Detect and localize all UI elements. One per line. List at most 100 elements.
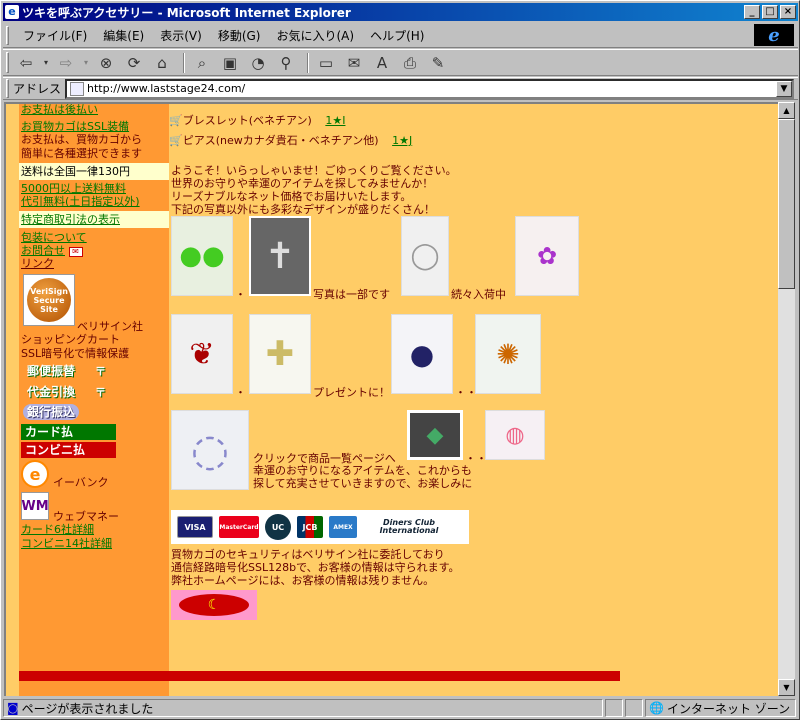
status-text-panel: ◙ ページが表示されました [3,699,603,717]
favorites-icon[interactable]: ▣ [218,52,242,74]
print-icon[interactable]: ⎙ [398,52,422,74]
scroll-thumb[interactable] [778,119,795,289]
menu-view[interactable]: 表示(V) [152,27,210,44]
product-photo-pink-ring[interactable]: ◍ [485,410,545,460]
title-bar: e ツキを呼ぶアクセサリー - Microsoft Internet Explo… [3,3,798,21]
product-photo-gold-cross[interactable]: ✚ [249,314,311,394]
product-photo-green-pendant[interactable]: ●● [171,216,233,296]
forward-dropdown-icon[interactable]: ▾ [82,52,90,74]
dots-3: ・・ [455,386,477,399]
moon-icon: ☾ [179,594,249,616]
cod-free-link[interactable]: 代引無料(土日指定以外) [19,195,169,208]
card-logos: VISA MasterCard UC JCB AMEX Diners Club … [171,510,469,544]
visa-icon: VISA [177,516,213,538]
scroll-up-icon[interactable]: ▲ [778,102,795,119]
address-grip[interactable] [6,79,9,98]
address-value[interactable]: http://www.laststage24.com/ [87,82,776,95]
security-3: 弊社ホームページには、お客様の情報は残りません。 [171,574,435,587]
zone-text: インターネット ゾーン [666,701,791,716]
ie-page-icon: e [5,5,19,19]
caption-more: 続々入荷中 [451,288,506,301]
mastercard-icon: MasterCard [219,516,259,538]
window-title: ツキを呼ぶアクセサリー - Microsoft Internet Explore… [22,5,351,20]
convenience-detail-link[interactable]: コンビニ14社詳細 [19,537,112,550]
free-shipping-link[interactable]: 5000円以上送料無料 [19,182,169,195]
verisign-badge-icon: VeriSign Secure Site [27,278,71,322]
seal-text-3: Site [40,304,58,314]
cart-ssl-link[interactable]: お買物カゴはSSL装備 [19,120,169,133]
security-2: 通信経路暗号化SSL128bで、お客様の情報は守られます。 [171,561,460,574]
page-viewport: お支払は後払い お買物カゴはSSL装備 お支払は、買物カゴから 簡単に各種選択で… [4,102,778,696]
maximize-button[interactable]: □ [762,5,778,19]
menu-help[interactable]: ヘルプ(H) [362,27,432,44]
product-photo-red-horn[interactable]: ❦ [171,314,233,394]
wrapping-link[interactable]: 包装について [19,231,169,244]
footer-red-bar [19,671,620,681]
card-detail-link[interactable]: カード6社詳細 [19,523,94,536]
status-text: ページが表示されました [21,701,154,716]
menu-favorites[interactable]: お気に入り(A) [268,27,362,44]
cart-icon: 🛒 [169,114,183,127]
ebank-label: イーバンク [53,476,109,489]
browser-window: e ツキを呼ぶアクセサリー - Microsoft Internet Explo… [0,0,800,720]
minimize-button[interactable]: _ [744,5,760,19]
font-icon[interactable]: A [370,52,394,74]
postal-mark-icon: 〒 [95,365,106,378]
shipping-note: 送料は全国一律130円 [19,163,169,180]
standard-toolbar: ⇦ ▾ ⇨ ▾ ⊗ ⟳ ⌂ ⌕ ▣ ◔ ⚲ ▭ ✉ A ⎙ ✎ [3,49,798,76]
toolbar-grip[interactable] [6,52,9,73]
mail-icon[interactable]: ✉ [342,52,366,74]
welcome-1: ようこそ！いらっしゃいませ！ごゆっくりご覧ください。 [171,164,457,177]
edit-icon[interactable]: ✎ [426,52,450,74]
menu-edit[interactable]: 編集(E) [95,27,152,44]
back-icon[interactable]: ⇦ [14,52,38,74]
pay-later-link[interactable]: お支払は後払い [19,104,169,115]
verisign-seal[interactable]: VeriSign Secure Site [23,274,75,326]
home-icon[interactable]: ⌂ [150,52,174,74]
ie-logo-icon: e [754,24,794,46]
close-button[interactable]: × [780,5,796,19]
mail-icon[interactable]: ✉ [68,247,83,257]
forward-icon[interactable]: ⇨ [54,52,78,74]
product-photo-bracelet[interactable]: ◌ [171,410,249,490]
refresh-icon[interactable]: ⟳ [122,52,146,74]
contact-link[interactable]: お問合せ [21,244,65,257]
closing-1: 幸運のお守りになるアイテムを、これからも [253,464,472,477]
closing-2: 探して充実させていきますので、お楽しみに [253,477,473,490]
security-1: 買物カゴのセキュリティはベリサイン社に委託しており [171,548,445,561]
fullscreen-icon[interactable]: ▭ [314,52,338,74]
earring-link[interactable]: 1★J [392,134,412,147]
scroll-down-icon[interactable]: ▼ [778,679,795,696]
sidebar: お支払は後払い お買物カゴはSSL装備 お支払は、買物カゴから 簡単に各種選択で… [19,104,169,696]
bracelet-label: ブレスレット(ベネチアン) [182,114,312,127]
product-photo-cross[interactable]: ✝ [249,216,311,296]
vertical-scrollbar[interactable]: ▲ ▼ [778,102,795,696]
search-icon[interactable]: ⌕ [190,52,214,74]
address-input[interactable]: http://www.laststage24.com/ ▼ [65,78,794,99]
product-photo-flower-pendant[interactable]: ✺ [475,314,541,394]
stop-icon[interactable]: ⊗ [94,52,118,74]
payment-text-1: お支払は、買物カゴから [21,133,142,146]
address-bar: アドレス http://www.laststage24.com/ ▼ [3,77,798,100]
earring-label: ピアス(newカナダ貴石・ベネチアン他) [182,134,379,147]
chevron-down-icon[interactable]: ▼ [776,80,792,97]
law-link[interactable]: 特定商取引法の表示 [21,213,120,226]
welcome-3: リーズナブルなネット価格でお届けいたします。 [171,190,412,203]
footer-banner[interactable]: ☾ [171,590,257,620]
product-photo-millefiori[interactable]: ✿ [515,216,579,296]
channels-icon[interactable]: ⚲ [274,52,298,74]
product-photo-silver-pendant[interactable]: ◯ [401,216,449,296]
address-label: アドレス [13,82,62,96]
menu-file[interactable]: ファイル(F) [15,27,95,44]
ebank-logo-icon[interactable]: e [21,460,49,488]
menu-grip[interactable] [6,25,9,45]
links-link[interactable]: リンク [19,257,169,270]
product-photo-ring[interactable]: ◆ [407,410,463,460]
card-payment-badge: カード払 [21,424,116,440]
history-icon[interactable]: ◔ [246,52,270,74]
bracelet-link[interactable]: 1★I [325,114,345,127]
product-photo-blue-bead[interactable]: ● [391,314,453,394]
menu-go[interactable]: 移動(G) [210,27,269,44]
back-dropdown-icon[interactable]: ▾ [42,52,50,74]
webmoney-logo-icon[interactable]: WM [21,492,49,520]
